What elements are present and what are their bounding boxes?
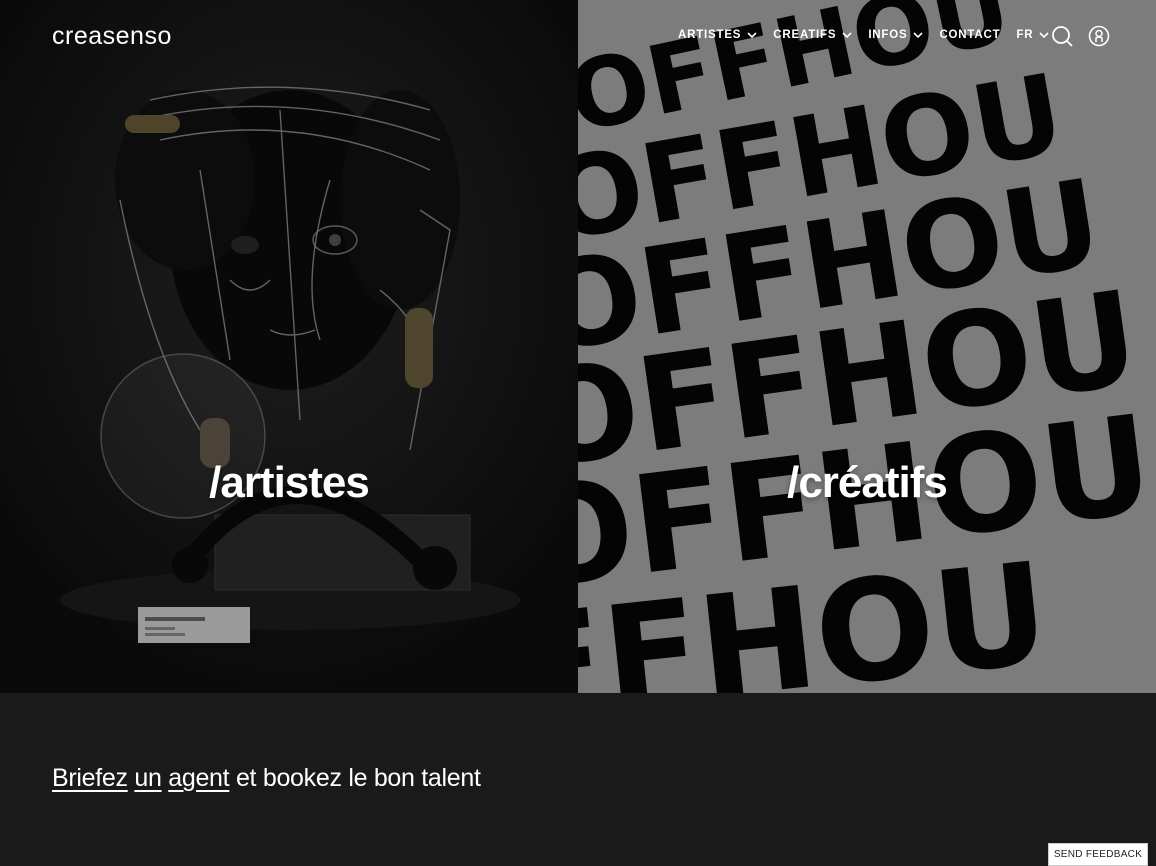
language-label: FR <box>1016 29 1034 41</box>
nav-item-contact[interactable]: CONTACT <box>939 29 1000 41</box>
nav-item-creatifs[interactable]: CREATIFS <box>773 29 852 41</box>
chevron-down-icon <box>1039 32 1049 39</box>
tagline-text: et bookez le bon talent <box>229 764 481 792</box>
tagline-link-briefez[interactable]: Briefez <box>52 764 128 792</box>
language-selector[interactable]: FR <box>1016 29 1049 41</box>
offhours-typography-image: OFFHOU OFFHOU OFFHOU OFFHOU OFFHOU FFHOU <box>578 0 1156 693</box>
nav-item-label: INFOS <box>868 29 908 41</box>
nav-item-label: CONTACT <box>939 29 1001 41</box>
creatifs-panel[interactable]: OFFHOU OFFHOU OFFHOU OFFHOU OFFHOU FFHOU… <box>578 0 1156 693</box>
hero: /artistes OFFHOU OFFHOU OFFHOU OFFHOU OF… <box>0 0 1156 693</box>
sculpture-image <box>0 0 578 693</box>
main-nav: ARTISTES CREATIFS INFOS CONTACT FR <box>678 29 1065 41</box>
artistes-title[interactable]: /artistes <box>0 458 578 508</box>
logo[interactable]: creasenso <box>52 22 172 51</box>
creatifs-title[interactable]: /créatifs <box>578 458 1156 508</box>
artistes-panel[interactable]: /artistes <box>0 0 578 693</box>
search-icon[interactable] <box>1051 25 1073 47</box>
nav-item-artistes[interactable]: ARTISTES <box>678 29 757 41</box>
site-header: creasenso ARTISTES CREATIFS INFOS CONTAC… <box>0 0 1156 72</box>
nav-item-label: CREATIFS <box>773 29 837 41</box>
send-feedback-button[interactable]: SEND FEEDBACK <box>1048 843 1148 866</box>
nav-item-infos[interactable]: INFOS <box>868 29 924 41</box>
chevron-down-icon <box>842 32 852 39</box>
tagline: Briefez un agent et bookez le bon talent <box>52 764 481 793</box>
chevron-down-icon <box>913 32 924 39</box>
chevron-down-icon <box>747 32 757 39</box>
tagline-link-agent[interactable]: agent <box>168 764 229 792</box>
nav-item-label: ARTISTES <box>678 29 742 41</box>
user-account-icon[interactable] <box>1088 25 1110 47</box>
tagline-link-un[interactable]: un <box>134 764 162 792</box>
